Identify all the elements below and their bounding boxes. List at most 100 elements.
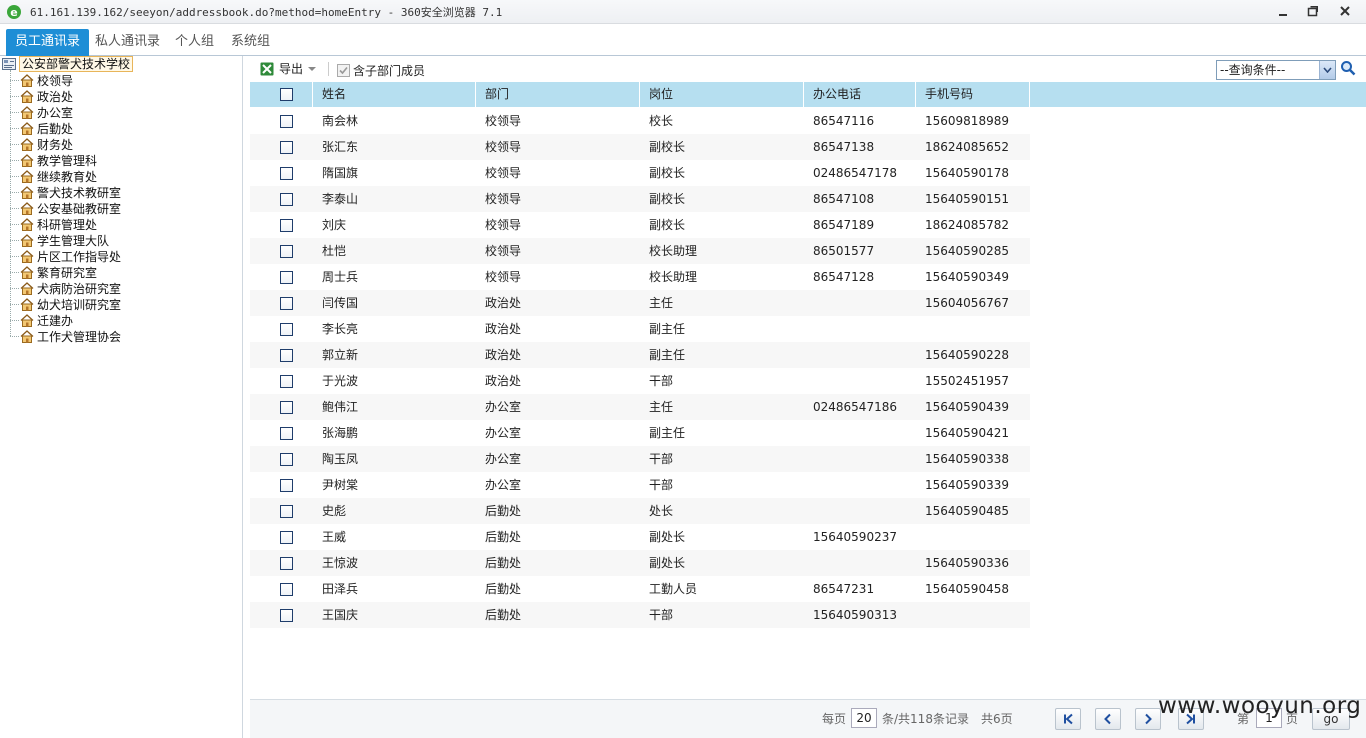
row-checkbox[interactable] — [280, 323, 293, 336]
tree-item-department[interactable]: 校领导 — [20, 72, 73, 88]
cell-dept: 办公室 — [485, 400, 522, 414]
per-page-input[interactable]: 20 — [851, 708, 877, 728]
cell-position: 工勤人员 — [649, 582, 698, 596]
cell-position: 干部 — [649, 374, 674, 388]
row-checkbox[interactable] — [280, 505, 293, 518]
tree-item-department[interactable]: 幼犬培训研究室 — [20, 296, 121, 312]
row-checkbox[interactable] — [280, 245, 293, 258]
maximize-button[interactable] — [1298, 1, 1328, 21]
tree-item-department[interactable]: 工作犬管理协会 — [20, 328, 121, 344]
row-checkbox[interactable] — [280, 115, 293, 128]
table-row[interactable]: 隋国旗 校领导 副校长 02486547178 15640590178 — [250, 160, 1030, 186]
row-checkbox[interactable] — [280, 557, 293, 570]
first-page-button[interactable] — [1055, 708, 1081, 730]
prev-page-button[interactable] — [1095, 708, 1121, 730]
query-condition-select[interactable]: --查询条件-- — [1216, 60, 1336, 80]
table-row[interactable]: 鲍伟江 办公室 主任 02486547186 15640590439 — [250, 394, 1030, 420]
table-row[interactable]: 田泽兵 后勤处 工勤人员 86547231 15640590458 — [250, 576, 1030, 602]
table-row[interactable]: 于光波 政治处 干部 15502451957 — [250, 368, 1030, 394]
tree-item-department[interactable]: 办公室 — [20, 104, 73, 120]
table-row[interactable]: 尹树棠 办公室 干部 15640590339 — [250, 472, 1030, 498]
cell-name: 田泽兵 — [322, 582, 359, 596]
row-checkbox[interactable] — [280, 297, 293, 310]
tree-item-department[interactable]: 公安基础教研室 — [20, 200, 121, 216]
tree-item-department[interactable]: 科研管理处 — [20, 216, 97, 232]
department-house-icon — [20, 281, 34, 295]
header-dept[interactable]: 部门 — [476, 82, 640, 107]
tree-root-node[interactable]: 公安部警犬技术学校 — [2, 56, 134, 72]
table-row[interactable]: 陶玉凤 办公室 干部 15640590338 — [250, 446, 1030, 472]
close-button[interactable] — [1330, 1, 1360, 21]
row-checkbox[interactable] — [280, 531, 293, 544]
export-button[interactable]: 导出 — [260, 60, 317, 77]
minimize-button[interactable] — [1268, 1, 1298, 21]
table-row[interactable]: 李泰山 校领导 副校长 86547108 15640590151 — [250, 186, 1030, 212]
table-row[interactable]: 史彪 后勤处 处长 15640590485 — [250, 498, 1030, 524]
department-house-icon — [20, 217, 34, 231]
tree-connector — [10, 224, 19, 225]
select-all-checkbox[interactable] — [280, 88, 293, 101]
department-house-icon — [20, 89, 34, 103]
table-row[interactable]: 张汇东 校领导 副校长 86547138 18624085652 — [250, 134, 1030, 160]
table-row[interactable]: 闫传国 政治处 主任 15604056767 — [250, 290, 1030, 316]
header-office-phone[interactable]: 办公电话 — [804, 82, 916, 107]
table-row[interactable]: 张海鹏 办公室 副主任 15640590421 — [250, 420, 1030, 446]
table-row[interactable]: 南会林 校领导 校长 86547116 15609818989 — [250, 108, 1030, 134]
row-checkbox[interactable] — [280, 349, 293, 362]
table-row[interactable]: 杜恺 校领导 校长助理 86501577 15640590285 — [250, 238, 1030, 264]
tree-item-department[interactable]: 教学管理科 — [20, 152, 97, 168]
search-icon[interactable] — [1340, 60, 1356, 76]
tree-item-department[interactable]: 片区工作指导处 — [20, 248, 121, 264]
row-checkbox[interactable] — [280, 427, 293, 440]
tab-private-addressbook[interactable]: 私人通讯录 — [86, 29, 169, 56]
cell-office-phone — [804, 342, 916, 368]
cell-position: 干部 — [649, 452, 674, 466]
header-position[interactable]: 岗位 — [640, 82, 804, 107]
table-row[interactable]: 刘庆 校领导 副校长 86547189 18624085782 — [250, 212, 1030, 238]
row-checkbox[interactable] — [280, 453, 293, 466]
tree-item-department[interactable]: 政治处 — [20, 88, 73, 104]
header-name[interactable]: 姓名 — [313, 82, 476, 107]
table-row[interactable]: 王国庆 后勤处 干部 15640590313 — [250, 602, 1030, 628]
tab-system-group[interactable]: 系统组 — [222, 29, 279, 56]
tree-item-department[interactable]: 财务处 — [20, 136, 73, 152]
row-checkbox[interactable] — [280, 609, 293, 622]
tree-connector — [10, 128, 19, 129]
tab-employee-addressbook[interactable]: 员工通讯录 — [6, 29, 90, 56]
cell-name: 张汇东 — [322, 140, 359, 154]
tree-item-label: 繁育研究室 — [37, 265, 98, 280]
table-row[interactable]: 周士兵 校领导 校长助理 86547128 15640590349 — [250, 264, 1030, 290]
tree-item-department[interactable]: 繁育研究室 — [20, 264, 97, 280]
table-row[interactable]: 郭立新 政治处 副主任 15640590228 — [250, 342, 1030, 368]
tree-item-label: 警犬技术教研室 — [37, 185, 122, 200]
table-row[interactable]: 王惊波 后勤处 副处长 15640590336 — [250, 550, 1030, 576]
table-row[interactable]: 王威 后勤处 副处长 15640590237 — [250, 524, 1030, 550]
row-checkbox[interactable] — [280, 583, 293, 596]
tree-connector — [10, 96, 19, 97]
include-subdepartments-checkbox[interactable]: 含子部门成员 — [337, 62, 425, 79]
row-checkbox[interactable] — [280, 219, 293, 232]
tree-item-department[interactable]: 警犬技术教研室 — [20, 184, 121, 200]
row-checkbox[interactable] — [280, 167, 293, 180]
tab-personal-group[interactable]: 个人组 — [166, 29, 223, 56]
row-checkbox[interactable] — [280, 271, 293, 284]
cell-name: 李长亮 — [322, 322, 359, 336]
tree-item-department[interactable]: 继续教育处 — [20, 168, 97, 184]
cell-office-phone — [804, 472, 916, 498]
header-mobile[interactable]: 手机号码 — [916, 82, 1030, 107]
row-checkbox[interactable] — [280, 141, 293, 154]
table-row[interactable]: 李长亮 政治处 副主任 — [250, 316, 1030, 342]
watermark: www.wooyun.org — [1158, 693, 1362, 719]
row-checkbox[interactable] — [280, 479, 293, 492]
row-checkbox[interactable] — [280, 193, 293, 206]
cell-office-phone: 86547189 — [813, 218, 875, 232]
row-checkbox[interactable] — [280, 401, 293, 414]
tree-item-department[interactable]: 迁建办 — [20, 312, 73, 328]
tree-item-department[interactable]: 学生管理大队 — [20, 232, 109, 248]
tree-item-department[interactable]: 犬病防治研究室 — [20, 280, 121, 296]
tree-item-department[interactable]: 后勤处 — [20, 120, 73, 136]
row-checkbox[interactable] — [280, 375, 293, 388]
department-house-icon — [20, 73, 34, 87]
cell-name: 王国庆 — [322, 608, 359, 622]
tree-item-label: 幼犬培训研究室 — [37, 297, 122, 312]
